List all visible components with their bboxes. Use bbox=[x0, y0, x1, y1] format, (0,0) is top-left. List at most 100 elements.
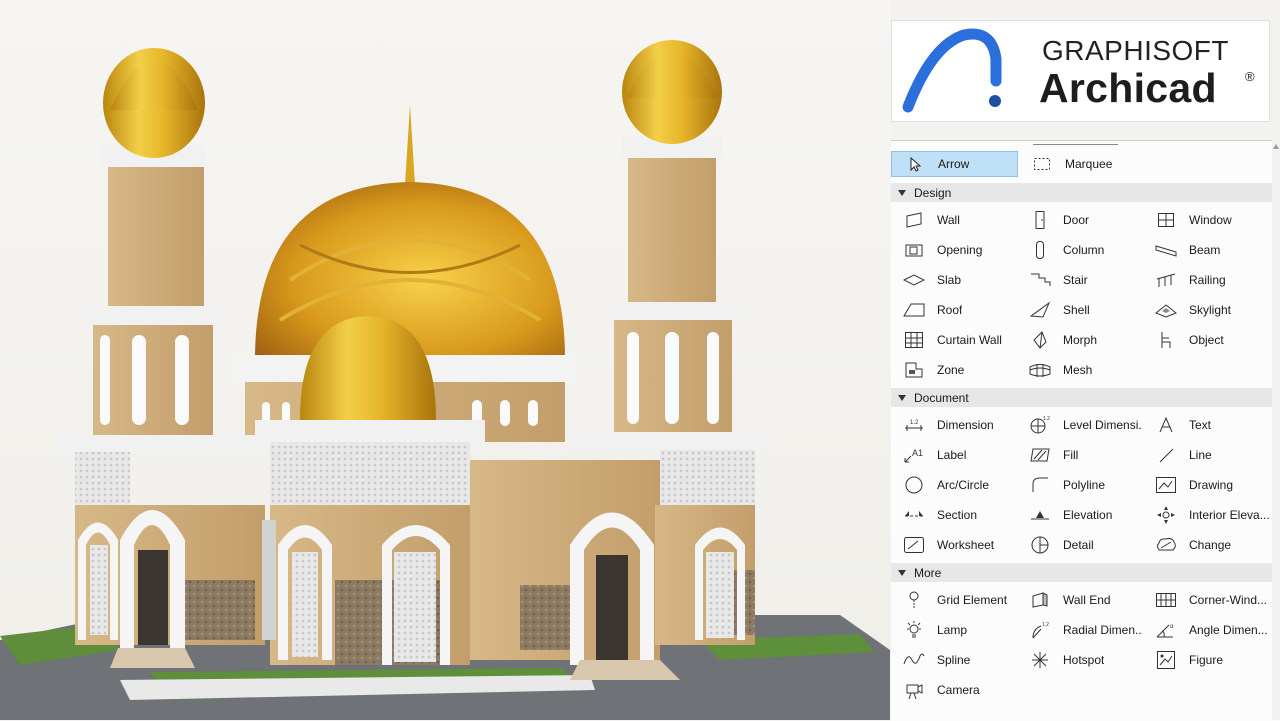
opening-icon bbox=[903, 239, 925, 261]
tool-figure[interactable]: Figure bbox=[1143, 647, 1272, 673]
section-more-header[interactable]: More bbox=[891, 563, 1272, 582]
tool-grid-element[interactable]: Grid Element bbox=[891, 587, 1017, 613]
tool-curtain-wall[interactable]: Curtain Wall bbox=[891, 327, 1017, 353]
tool-worksheet-label: Worksheet bbox=[937, 538, 995, 552]
tool-corner-window[interactable]: Corner-Wind... bbox=[1143, 587, 1272, 613]
tool-angle-dimension[interactable]: α Angle Dimen... bbox=[1143, 617, 1272, 643]
line-icon bbox=[1155, 444, 1177, 466]
drawing-icon bbox=[1155, 474, 1177, 496]
curtain-wall-icon bbox=[903, 329, 925, 351]
tool-opening-label: Opening bbox=[937, 243, 983, 257]
section-document-header[interactable]: Document bbox=[891, 388, 1272, 407]
tool-column-label: Column bbox=[1063, 243, 1105, 257]
tool-zone[interactable]: Zone bbox=[891, 357, 1017, 383]
tool-radial-dimension[interactable]: 1.2 Radial Dimen... bbox=[1017, 617, 1143, 643]
tool-dimension[interactable]: 1.2 Dimension bbox=[891, 412, 1017, 438]
radial-dimension-icon: 1.2 bbox=[1029, 619, 1051, 641]
tool-arc-circle-label: Arc/Circle bbox=[937, 478, 990, 492]
tool-interior-elevation[interactable]: Interior Eleva... bbox=[1143, 502, 1272, 528]
wall-end-icon bbox=[1029, 589, 1051, 611]
tool-roof-label: Roof bbox=[937, 303, 963, 317]
tool-detail[interactable]: Detail bbox=[1017, 532, 1143, 558]
tool-line[interactable]: Line bbox=[1143, 442, 1272, 468]
tool-beam[interactable]: Beam bbox=[1143, 237, 1272, 263]
section-document-label: Document bbox=[914, 390, 969, 405]
tool-opening[interactable]: Opening bbox=[891, 237, 1017, 263]
shell-icon bbox=[1029, 299, 1051, 321]
tool-line-label: Line bbox=[1189, 448, 1212, 462]
object-chair-icon bbox=[1155, 329, 1177, 351]
tool-elevation[interactable]: Elevation bbox=[1017, 502, 1143, 528]
tool-change[interactable]: Change bbox=[1143, 532, 1272, 558]
tool-camera[interactable]: Camera bbox=[891, 677, 1017, 703]
tool-drawing[interactable]: Drawing bbox=[1143, 472, 1272, 498]
grid-element-icon bbox=[903, 589, 925, 611]
tool-label[interactable]: A1 Label bbox=[891, 442, 1017, 468]
fill-icon bbox=[1029, 444, 1051, 466]
svg-text:A1: A1 bbox=[912, 448, 923, 458]
svg-text:α: α bbox=[1170, 624, 1174, 630]
tool-column[interactable]: Column bbox=[1017, 237, 1143, 263]
scroll-up-arrow-icon[interactable] bbox=[1273, 144, 1279, 149]
tool-mesh[interactable]: Mesh bbox=[1017, 357, 1143, 383]
tool-curtain-wall-label: Curtain Wall bbox=[937, 333, 1002, 347]
tool-wall-end[interactable]: Wall End bbox=[1017, 587, 1143, 613]
tool-zone-label: Zone bbox=[937, 363, 965, 377]
tool-morph[interactable]: Morph bbox=[1017, 327, 1143, 353]
tool-stair[interactable]: Stair bbox=[1017, 267, 1143, 293]
tool-door[interactable]: Door bbox=[1017, 207, 1143, 233]
angle-dimension-icon: α bbox=[1155, 619, 1177, 641]
tool-railing-label: Railing bbox=[1189, 273, 1226, 287]
tool-wall[interactable]: Wall bbox=[891, 207, 1017, 233]
tool-roof[interactable]: Roof bbox=[891, 297, 1017, 323]
tool-text[interactable]: Text bbox=[1143, 412, 1272, 438]
tool-marquee-label: Marquee bbox=[1065, 157, 1113, 171]
morph-icon bbox=[1029, 329, 1051, 351]
section-design-header[interactable]: Design bbox=[891, 183, 1272, 202]
detail-icon bbox=[1029, 534, 1051, 556]
door-icon bbox=[1029, 209, 1051, 231]
railing-icon bbox=[1155, 269, 1177, 291]
camera-icon bbox=[903, 679, 925, 701]
figure-icon bbox=[1155, 649, 1177, 671]
tool-fill[interactable]: Fill bbox=[1017, 442, 1143, 468]
logo-registered-mark: ® bbox=[1245, 69, 1255, 84]
beam-icon bbox=[1155, 239, 1177, 261]
svg-text:1.2: 1.2 bbox=[1042, 622, 1049, 628]
graphisoft-archicad-logo: GRAPHISOFT Archicad ® bbox=[891, 20, 1270, 122]
tool-skylight[interactable]: Skylight bbox=[1143, 297, 1272, 323]
text-icon bbox=[1155, 414, 1177, 436]
tool-object[interactable]: Object bbox=[1143, 327, 1272, 353]
tool-camera-label: Camera bbox=[937, 683, 980, 697]
collapse-triangle-icon bbox=[898, 394, 906, 401]
tool-spline-label: Spline bbox=[937, 653, 971, 667]
tool-railing[interactable]: Railing bbox=[1143, 267, 1272, 293]
column-icon bbox=[1029, 239, 1051, 261]
tool-detail-label: Detail bbox=[1063, 538, 1094, 552]
tool-level-dimension[interactable]: 1.2 Level Dimensi... bbox=[1017, 412, 1143, 438]
tool-arc-circle[interactable]: Arc/Circle bbox=[891, 472, 1017, 498]
tool-marquee[interactable]: Marquee bbox=[1019, 151, 1145, 177]
tool-polyline[interactable]: Polyline bbox=[1017, 472, 1143, 498]
tool-shell[interactable]: Shell bbox=[1017, 297, 1143, 323]
tool-spline[interactable]: Spline bbox=[891, 647, 1017, 673]
tool-hotspot[interactable]: Hotspot bbox=[1017, 647, 1143, 673]
tool-skylight-label: Skylight bbox=[1189, 303, 1232, 317]
tool-worksheet[interactable]: Worksheet bbox=[891, 532, 1017, 558]
slab-icon bbox=[903, 269, 925, 291]
tool-polyline-label: Polyline bbox=[1063, 478, 1106, 492]
3d-viewport[interactable] bbox=[0, 0, 890, 720]
tool-lamp[interactable]: Lamp bbox=[891, 617, 1017, 643]
polyline-icon bbox=[1029, 474, 1051, 496]
tool-section[interactable]: Section bbox=[891, 502, 1017, 528]
svg-text:1.2: 1.2 bbox=[910, 420, 919, 426]
toolbox-top-divider bbox=[1033, 144, 1118, 145]
tool-slab[interactable]: Slab bbox=[891, 267, 1017, 293]
toolbox-panel: Arrow Marquee Design Wall Door Window Op… bbox=[891, 140, 1280, 721]
tool-label-label: Label bbox=[937, 448, 967, 462]
tool-window[interactable]: Window bbox=[1143, 207, 1272, 233]
hotspot-icon bbox=[1029, 649, 1051, 671]
toolbox-scrollbar[interactable] bbox=[1272, 140, 1280, 720]
tool-arrow[interactable]: Arrow bbox=[891, 151, 1018, 177]
tool-mesh-label: Mesh bbox=[1063, 363, 1093, 377]
